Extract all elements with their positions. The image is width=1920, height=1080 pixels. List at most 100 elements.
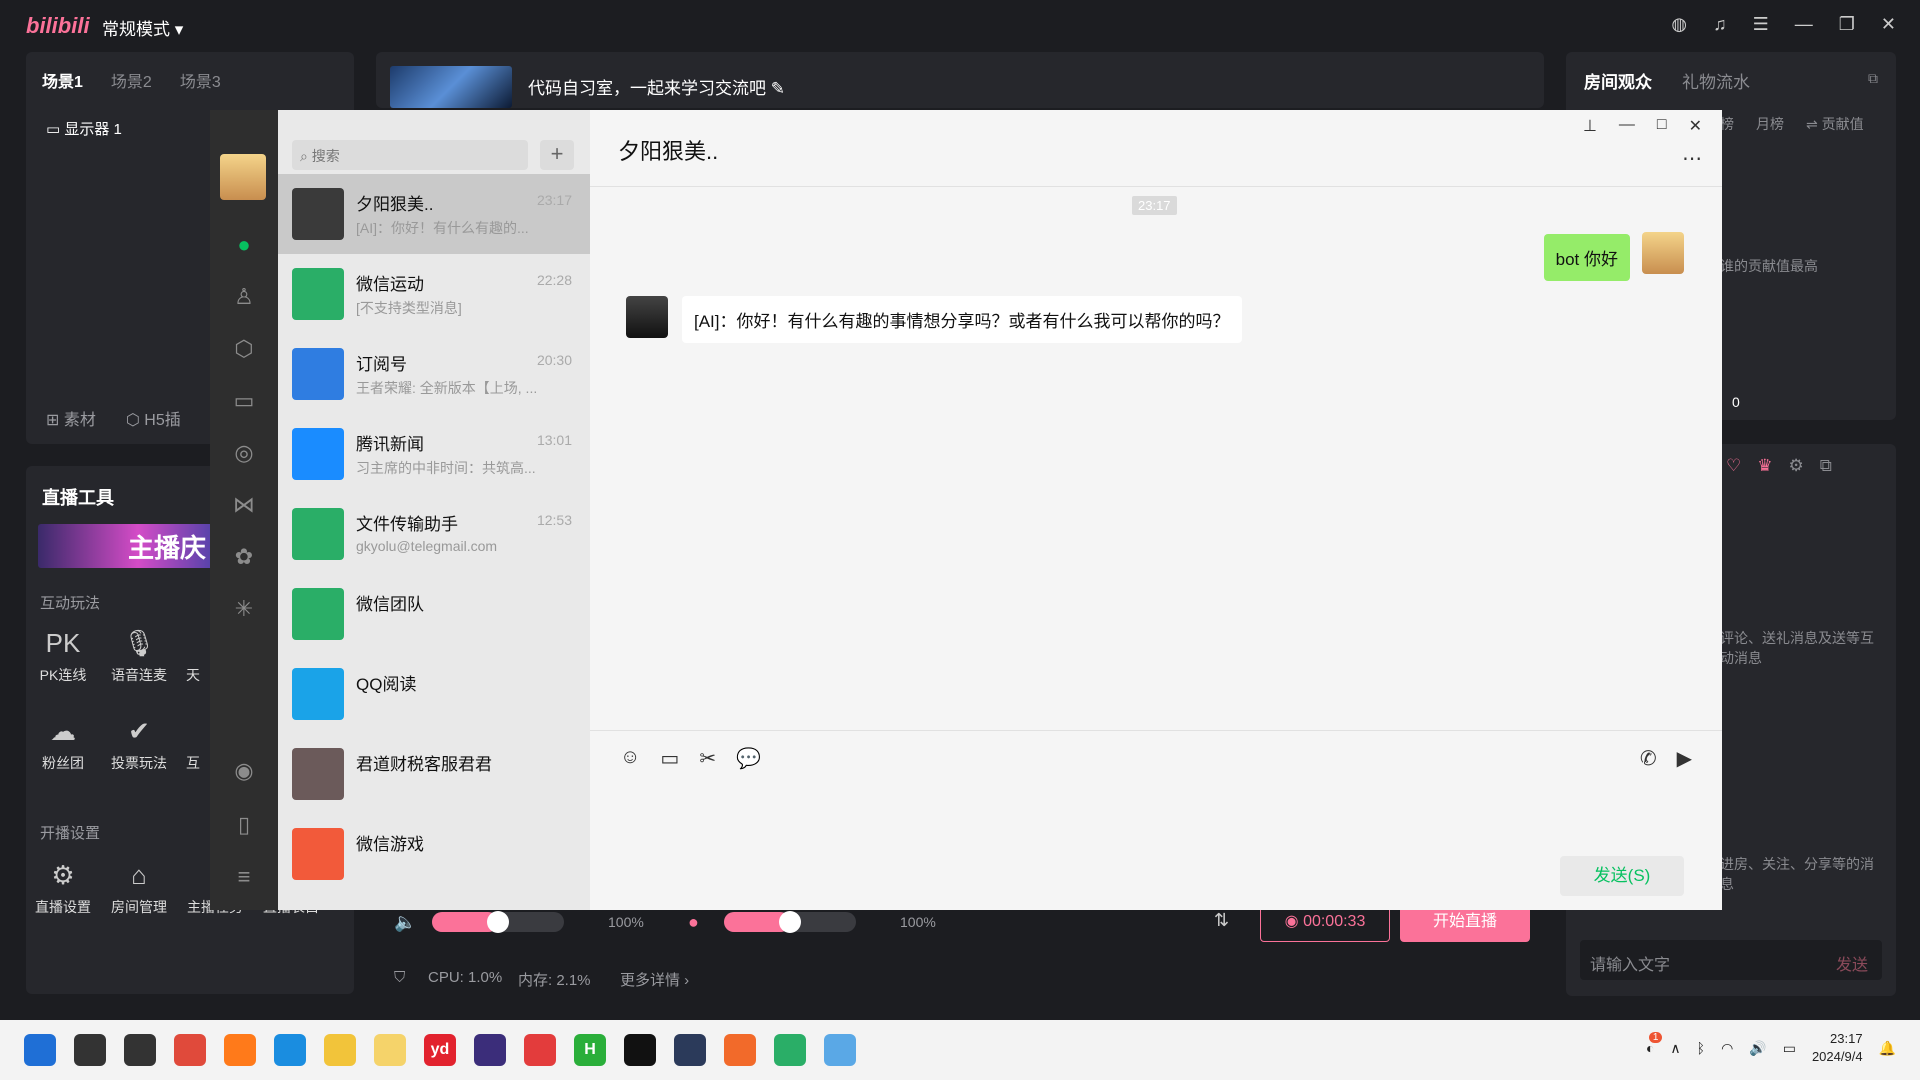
hu-button[interactable]: 互 [178, 716, 208, 773]
sender-avatar[interactable] [1642, 232, 1684, 274]
gear-icon[interactable]: ⚙ [1789, 456, 1804, 476]
search-feature-icon[interactable]: ✳ [210, 596, 278, 622]
mic-knob[interactable] [779, 911, 801, 933]
display-source[interactable]: ▭ 显示器 1 [46, 118, 122, 139]
voice-call-icon[interactable]: ✆ [1640, 746, 1657, 771]
emoji-icon[interactable]: ☺ [620, 746, 640, 771]
close-icon[interactable]: ✕ [1881, 14, 1896, 35]
volume-slider[interactable] [432, 911, 564, 933]
miniprogram-icon[interactable]: ✿ [210, 544, 278, 570]
notification-app-icon[interactable]: ◐ 1 [1646, 1032, 1663, 1056]
adjust-icon[interactable]: ⇅ [1214, 910, 1229, 931]
popout-icon[interactable]: ⧉ [1868, 70, 1878, 87]
tab-rank[interactable]: 榜 [1720, 114, 1734, 134]
chat-icon[interactable]: ● [210, 232, 278, 258]
room-manage-button[interactable]: ⌂ 房间管理 [102, 860, 176, 917]
live-settings-button[interactable]: ⚙ 直播设置 [26, 860, 100, 917]
tab-scene1[interactable]: 场景1 [42, 68, 83, 92]
material-button[interactable]: ⊞ 素材 [46, 406, 96, 430]
phone-icon[interactable]: ▯ [210, 812, 278, 838]
anniversary-banner[interactable]: 主播庆 [38, 524, 238, 568]
menu-icon[interactable]: ☰ [1753, 14, 1769, 35]
fans-button[interactable]: ☁ 粉丝团 [26, 716, 100, 773]
volume-icon[interactable]: 🔊 [1749, 1040, 1766, 1057]
contacts-icon[interactable]: ♙ [210, 284, 278, 310]
app-icon[interactable] [374, 1034, 406, 1066]
tab-gifts[interactable]: 礼物流水 [1682, 68, 1750, 93]
folder-icon[interactable]: ▭ [210, 388, 278, 414]
bluetooth-icon[interactable]: ᛒ [1697, 1040, 1705, 1056]
pin-icon[interactable]: ⊥ [1583, 116, 1597, 136]
battery-icon[interactable]: ▭ [1783, 1040, 1796, 1057]
list-item[interactable]: 微信运动 [不支持类型消息] 22:28 [278, 254, 590, 334]
mic-slider[interactable] [724, 911, 856, 933]
hbuilder-icon[interactable]: H [574, 1034, 606, 1066]
send-button[interactable]: 发送(S) [1560, 856, 1684, 896]
message-received[interactable]: [AI]：你好！有什么有趣的事情想分享吗？或者有什么我可以帮你的吗？ [682, 296, 1242, 343]
heart-icon[interactable]: ♡ [1726, 456, 1741, 476]
cat-icon[interactable] [674, 1034, 706, 1066]
sky-button[interactable]: 天 [178, 628, 208, 685]
settings-menu-icon[interactable]: ≡ [210, 864, 278, 890]
mic-icon[interactable]: ● [688, 912, 699, 933]
message-input[interactable] [590, 770, 1722, 840]
list-item[interactable]: 微信游戏 [278, 814, 590, 894]
list-item[interactable]: QQ阅读 [278, 654, 590, 734]
popout-icon[interactable]: ⧉ [1820, 456, 1832, 476]
mode-dropdown[interactable]: 常规模式 ▾ [102, 15, 183, 40]
video-call-icon[interactable]: ▶ [1677, 746, 1692, 771]
moments-icon[interactable]: ◎ [210, 440, 278, 466]
more-icon[interactable]: ⋯ [1682, 146, 1702, 171]
comment-send-button[interactable]: 发送 [1836, 951, 1868, 975]
miniprogram-panel-icon[interactable]: ◉ [210, 758, 278, 784]
contact-avatar[interactable] [626, 296, 668, 338]
edge-icon[interactable] [274, 1034, 306, 1066]
task-view-icon[interactable] [124, 1034, 156, 1066]
add-button[interactable]: + [540, 140, 574, 170]
globe-icon[interactable]: ◍ [1671, 14, 1687, 35]
edit-icon[interactable]: ✎ [771, 79, 785, 98]
voice-link-button[interactable]: 🎙 语音连麦 [102, 628, 176, 685]
chat-history-icon[interactable]: 💬 [736, 746, 761, 771]
tab-monthly[interactable]: 月榜 [1756, 114, 1784, 134]
jetbrains-icon[interactable] [474, 1034, 506, 1066]
volume-knob[interactable] [487, 911, 509, 933]
search-input[interactable]: ⌕ 搜索 [292, 140, 528, 170]
maximize-icon[interactable]: □ [1657, 116, 1667, 136]
minimize-icon[interactable]: — [1795, 14, 1813, 35]
message-sent[interactable]: bot 你好 [1543, 234, 1630, 281]
search-icon[interactable] [74, 1034, 106, 1066]
tab-contribution[interactable]: ⇌ 贡献值 [1806, 114, 1864, 134]
live-icon[interactable] [824, 1034, 856, 1066]
close-icon[interactable]: ✕ [1689, 116, 1702, 136]
clock[interactable]: 23:17 2024/9/4 [1812, 1030, 1863, 1066]
bell-icon[interactable]: 🔔 [1879, 1040, 1896, 1057]
chrome-icon[interactable] [174, 1034, 206, 1066]
h5-button[interactable]: ⬡ H5插 [126, 406, 181, 430]
vote-button[interactable]: ✔ 投票玩法 [102, 716, 176, 773]
list-item[interactable]: 夕阳狠美.. [AI]：你好！有什么有趣的... 23:17 [278, 174, 590, 254]
minimize-icon[interactable]: — [1619, 116, 1635, 136]
wechat-icon[interactable] [774, 1034, 806, 1066]
tab-audience[interactable]: 房间观众 [1584, 68, 1652, 93]
firefox-icon[interactable] [224, 1034, 256, 1066]
tab-scene3[interactable]: 场景3 [180, 68, 221, 92]
pk-button[interactable]: PK PK连线 [26, 628, 100, 685]
youdao-icon[interactable]: yd [424, 1034, 456, 1066]
bell-icon[interactable]: ♫ [1713, 14, 1727, 35]
chevron-up-icon[interactable]: ∧ [1670, 1040, 1680, 1057]
list-item[interactable]: 文件传输助手 gkyolu@telegmail.com 12:53 [278, 494, 590, 574]
restore-icon[interactable]: ❐ [1839, 14, 1855, 35]
list-item[interactable]: 订阅号 王者荣耀: 全新版本【上场, ... 20:30 [278, 334, 590, 414]
list-item[interactable]: 君道财税客服君君 [278, 734, 590, 814]
netease-icon[interactable] [524, 1034, 556, 1066]
speaker-icon[interactable]: 🔈 [394, 912, 416, 933]
room-title[interactable]: 代码自习室，一起来学习交流吧 ✎ [528, 74, 785, 99]
folder-icon[interactable] [324, 1034, 356, 1066]
file-icon[interactable]: ▭ [660, 746, 679, 771]
list-item[interactable]: 微信团队 [278, 574, 590, 654]
badge-icon[interactable]: ♛ [1757, 456, 1772, 476]
more-details-link[interactable]: 更多详情 › [620, 969, 689, 990]
list-item[interactable]: 腾讯新闻 习主席的中非时间：共筑高... 13:01 [278, 414, 590, 494]
pen-icon[interactable] [724, 1034, 756, 1066]
